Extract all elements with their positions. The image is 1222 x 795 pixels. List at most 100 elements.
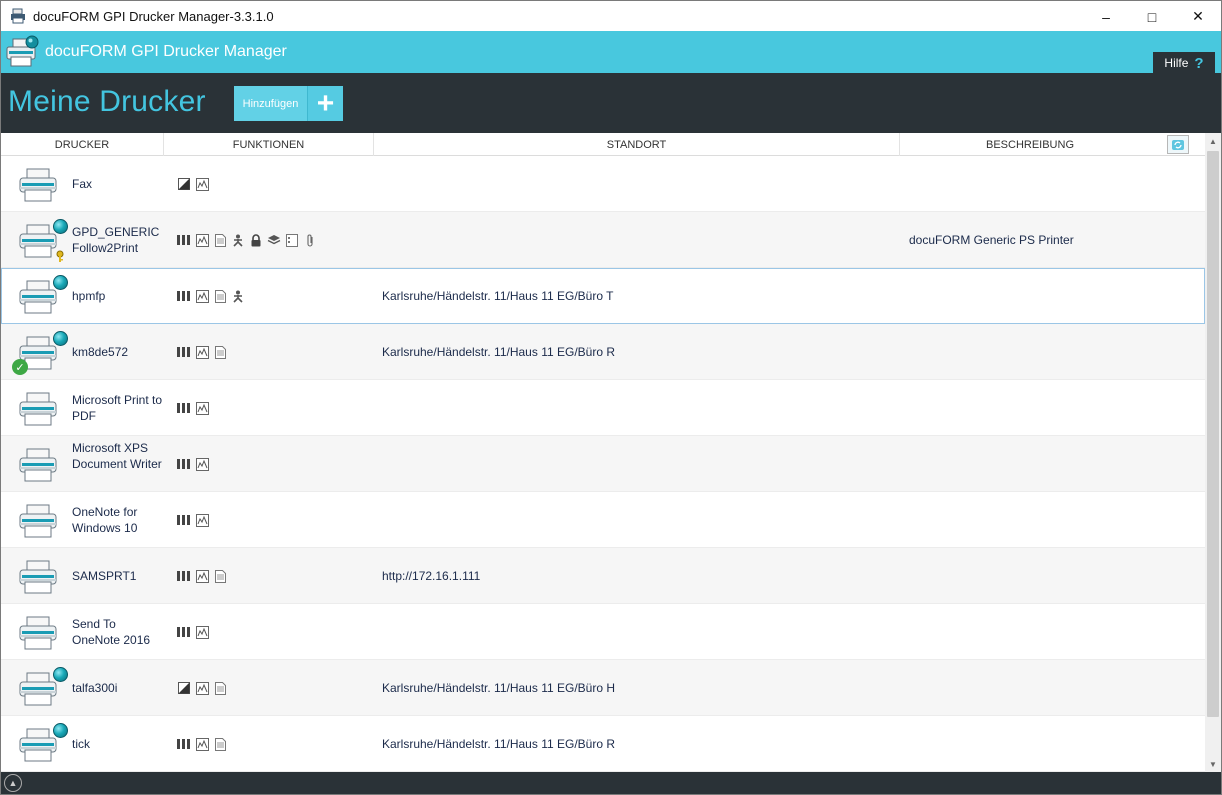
printer-row[interactable]: Fax <box>1 156 1205 212</box>
paperclip-icon[interactable] <box>303 233 317 247</box>
color-bars-icon[interactable] <box>177 625 191 639</box>
printer-row[interactable]: Microsoft Print to PDF <box>1 380 1205 436</box>
document-icon[interactable] <box>213 681 227 695</box>
preview-icon[interactable] <box>195 681 209 695</box>
preview-icon[interactable] <box>195 289 209 303</box>
printer-row[interactable]: Microsoft XPS Document Writer <box>1 436 1205 492</box>
layers-icon[interactable] <box>267 233 281 247</box>
document-icon[interactable] <box>213 289 227 303</box>
column-header-beschreibung[interactable]: BESCHREIBUNG <box>900 133 1160 156</box>
preview-icon[interactable] <box>195 513 209 527</box>
maximize-button[interactable]: □ <box>1129 1 1175 32</box>
printer-row[interactable]: tick Karlsruhe/Händelstr. 11/Haus 11 EG/B… <box>1 716 1205 772</box>
document-icon[interactable] <box>213 233 227 247</box>
refresh-icon <box>1172 139 1184 150</box>
printer-icon <box>18 728 58 762</box>
window-title: docuFORM GPI Drucker Manager-3.3.1.0 <box>33 8 274 24</box>
printer-name: Microsoft XPS Document Writer <box>72 441 162 471</box>
printer-functions <box>177 660 227 716</box>
printer-row[interactable]: hpmfp Karlsruhe/Händelstr. 11/Haus 11 EG/… <box>1 268 1205 324</box>
column-header-funktionen[interactable]: FUNKTIONEN <box>164 133 374 156</box>
person-icon[interactable] <box>231 233 245 247</box>
printer-location: Karlsruhe/Händelstr. 11/Haus 11 EG/Büro … <box>382 681 616 695</box>
bw-icon[interactable] <box>177 681 191 695</box>
printer-icon <box>18 672 58 706</box>
plus-icon: + <box>308 86 343 121</box>
preview-icon[interactable] <box>195 177 209 191</box>
card-icon[interactable] <box>285 233 299 247</box>
status-bar: ▲ <box>1 772 1221 794</box>
bw-icon[interactable] <box>177 177 191 191</box>
preview-icon[interactable] <box>195 345 209 359</box>
preview-icon[interactable] <box>195 625 209 639</box>
printer-location: http://172.16.1.111 <box>382 569 481 583</box>
network-globe-icon <box>53 723 68 738</box>
color-bars-icon[interactable] <box>177 345 191 359</box>
preview-icon[interactable] <box>195 737 209 751</box>
printer-functions <box>177 380 209 436</box>
printer-name: Fax <box>72 177 93 191</box>
printer-name: km8de572 <box>72 345 129 359</box>
vertical-scrollbar[interactable]: ▲ ▼ <box>1205 133 1221 772</box>
document-icon[interactable] <box>213 569 227 583</box>
network-globe-icon <box>53 331 68 346</box>
help-icon: ? <box>1194 54 1204 72</box>
printer-name: GPD_GENERIC Follow2Print <box>72 225 160 255</box>
color-bars-icon[interactable] <box>177 289 191 303</box>
color-bars-icon[interactable] <box>177 569 191 583</box>
table-header: DRUCKER FUNKTIONEN STANDORT BESCHREIBUNG <box>1 133 1221 156</box>
printer-location: Karlsruhe/Händelstr. 11/Haus 11 EG/Büro … <box>382 345 616 359</box>
close-button[interactable]: ✕ <box>1175 1 1221 32</box>
person-icon[interactable] <box>231 289 245 303</box>
add-printer-button[interactable]: Hinzufügen + <box>234 86 343 121</box>
key-icon <box>54 250 66 263</box>
printer-row[interactable]: OneNote for Windows 10 <box>1 492 1205 548</box>
printer-name: talfa300i <box>72 681 118 695</box>
printer-row[interactable]: talfa300i Karlsruhe/Händelstr. 11/Haus 11… <box>1 660 1205 716</box>
printer-description: docuFORM Generic PS Printer <box>909 233 1074 247</box>
color-bars-icon[interactable] <box>177 513 191 527</box>
document-icon[interactable] <box>213 345 227 359</box>
minimize-button[interactable]: – <box>1083 1 1129 32</box>
printer-functions <box>177 492 209 548</box>
printer-location: Karlsruhe/Händelstr. 11/Haus 11 EG/Büro … <box>382 737 616 751</box>
document-icon[interactable] <box>213 737 227 751</box>
column-header-drucker[interactable]: DRUCKER <box>1 133 164 156</box>
printer-functions <box>177 716 227 772</box>
preview-icon[interactable] <box>195 401 209 415</box>
printer-icon <box>18 392 58 426</box>
app-header: docuFORM GPI Drucker Manager <box>1 31 1221 73</box>
preview-icon[interactable] <box>195 233 209 247</box>
scroll-thumb[interactable] <box>1207 151 1219 717</box>
color-bars-icon[interactable] <box>177 457 191 471</box>
help-label: Hilfe <box>1164 56 1189 70</box>
printer-functions <box>177 604 209 660</box>
printer-icon <box>18 224 58 258</box>
app-title: docuFORM GPI Drucker Manager <box>45 43 287 60</box>
printer-functions <box>177 156 209 212</box>
printer-list: Fax GPD_GENERIC Follow2Print docuFORM Gene… <box>1 156 1205 772</box>
printer-icon <box>18 168 58 202</box>
printer-functions <box>177 436 209 492</box>
color-bars-icon[interactable] <box>177 233 191 247</box>
scroll-up-icon[interactable]: ▲ <box>1205 133 1221 149</box>
printer-row[interactable]: Send To OneNote 2016 <box>1 604 1205 660</box>
lock-icon[interactable] <box>249 233 263 247</box>
preview-icon[interactable] <box>195 457 209 471</box>
printer-row[interactable]: SAMSPRT1 http://172.16.1.111 <box>1 548 1205 604</box>
help-button[interactable]: Hilfe ? <box>1153 52 1215 74</box>
column-header-standort[interactable]: STANDORT <box>374 133 900 156</box>
printer-functions <box>177 212 317 268</box>
network-globe-icon <box>53 219 68 234</box>
refresh-button[interactable] <box>1167 135 1189 154</box>
scroll-down-icon[interactable]: ▼ <box>1205 756 1221 772</box>
printer-row[interactable]: GPD_GENERIC Follow2Print docuFORM Generic… <box>1 212 1205 268</box>
printer-row[interactable]: ✓ km8de572 Karlsruhe/Händelstr. 11/Haus 11… <box>1 324 1205 380</box>
preview-icon[interactable] <box>195 569 209 583</box>
printer-icon <box>18 280 58 314</box>
expand-up-icon[interactable]: ▲ <box>4 774 22 792</box>
color-bars-icon[interactable] <box>177 737 191 751</box>
printer-icon <box>18 448 58 482</box>
color-bars-icon[interactable] <box>177 401 191 415</box>
page-title: Meine Drucker <box>8 85 206 118</box>
